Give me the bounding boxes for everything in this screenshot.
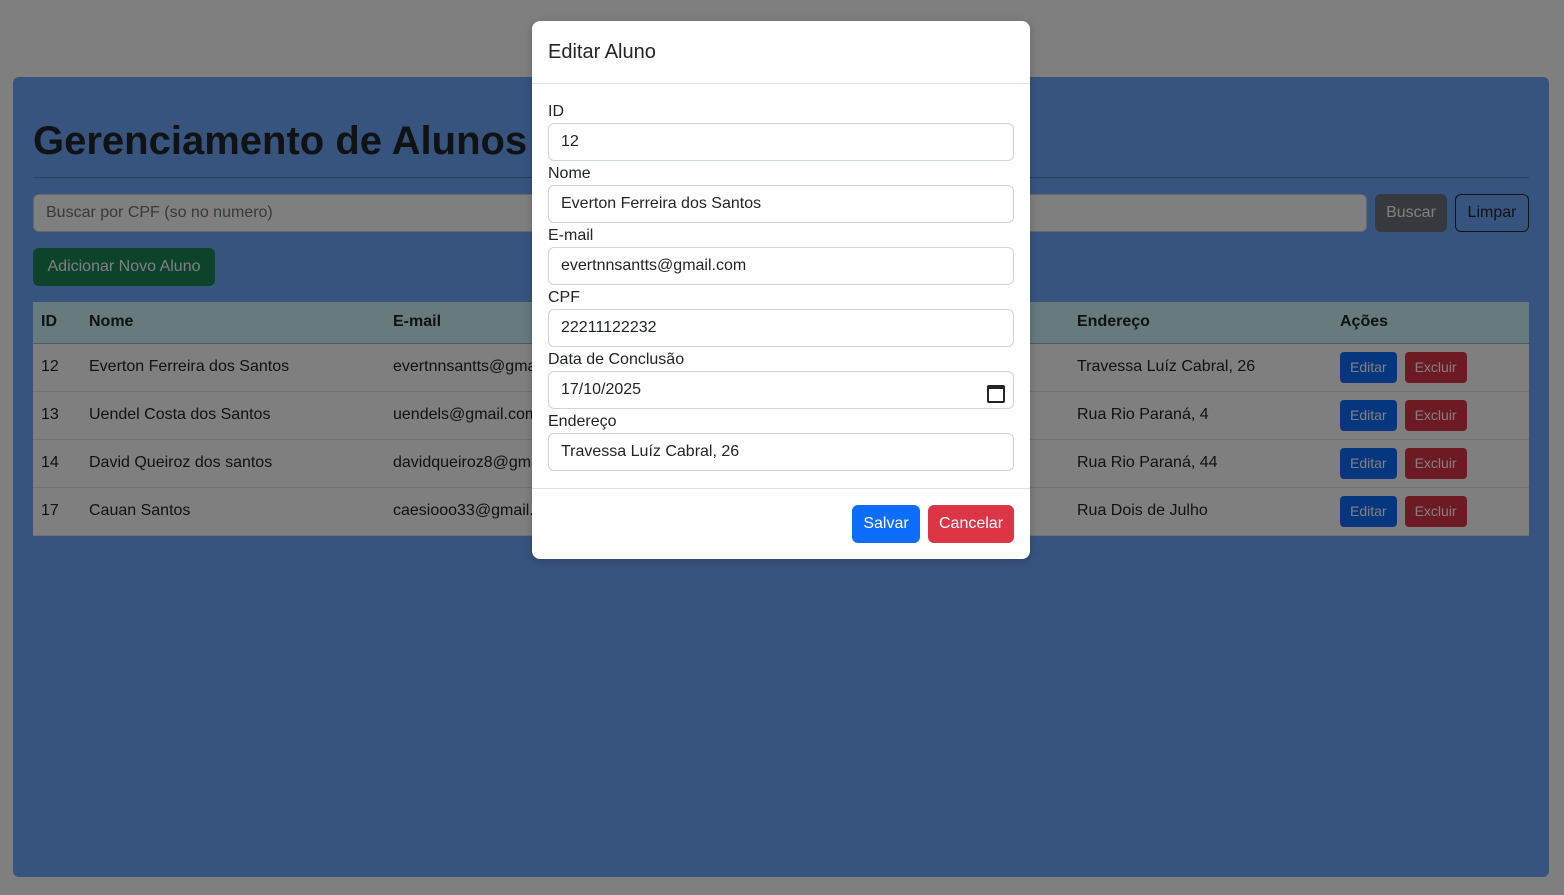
edit-student-modal: Editar Aluno ID 12 Nome Everton Ferreira… — [532, 21, 1030, 559]
modal-footer: Salvar Cancelar — [532, 489, 1030, 558]
data-conclusao-field[interactable]: 17/10/2025 — [548, 371, 1014, 409]
modal-header: Editar Aluno — [532, 21, 1030, 84]
data-conclusao-label: Data de Conclusão — [548, 351, 685, 368]
cancel-button[interactable]: Cancelar — [928, 504, 1014, 543]
endereco-field-value: Travessa Luíz Cabral, 26 — [561, 443, 740, 460]
nome-field[interactable]: Everton Ferreira dos Santos — [548, 185, 1014, 223]
nome-field-value: Everton Ferreira dos Santos — [561, 195, 762, 212]
email-label: E-mail — [548, 227, 594, 244]
id-field[interactable]: 12 — [548, 123, 1014, 161]
email-field[interactable]: evertnnsantts@gmail.com — [548, 247, 1014, 285]
nome-label: Nome — [548, 165, 591, 182]
cpf-label: CPF — [548, 289, 580, 306]
email-field-value: evertnnsantts@gmail.com — [561, 257, 747, 274]
save-button[interactable]: Salvar — [852, 504, 920, 543]
id-label: ID — [548, 103, 564, 120]
cpf-field-value: 22211122232 — [561, 319, 657, 336]
calendar-icon[interactable] — [987, 383, 1005, 403]
data-conclusao-value: 17/10/2025 — [561, 381, 642, 398]
id-field-value: 12 — [561, 133, 579, 150]
modal-body: ID 12 Nome Everton Ferreira dos Santos E… — [532, 84, 1030, 489]
endereco-label: Endereço — [548, 413, 617, 430]
modal-title: Editar Aluno — [548, 40, 656, 63]
cpf-field[interactable]: 22211122232 — [548, 309, 1014, 347]
endereco-field[interactable]: Travessa Luíz Cabral, 26 — [548, 433, 1014, 471]
